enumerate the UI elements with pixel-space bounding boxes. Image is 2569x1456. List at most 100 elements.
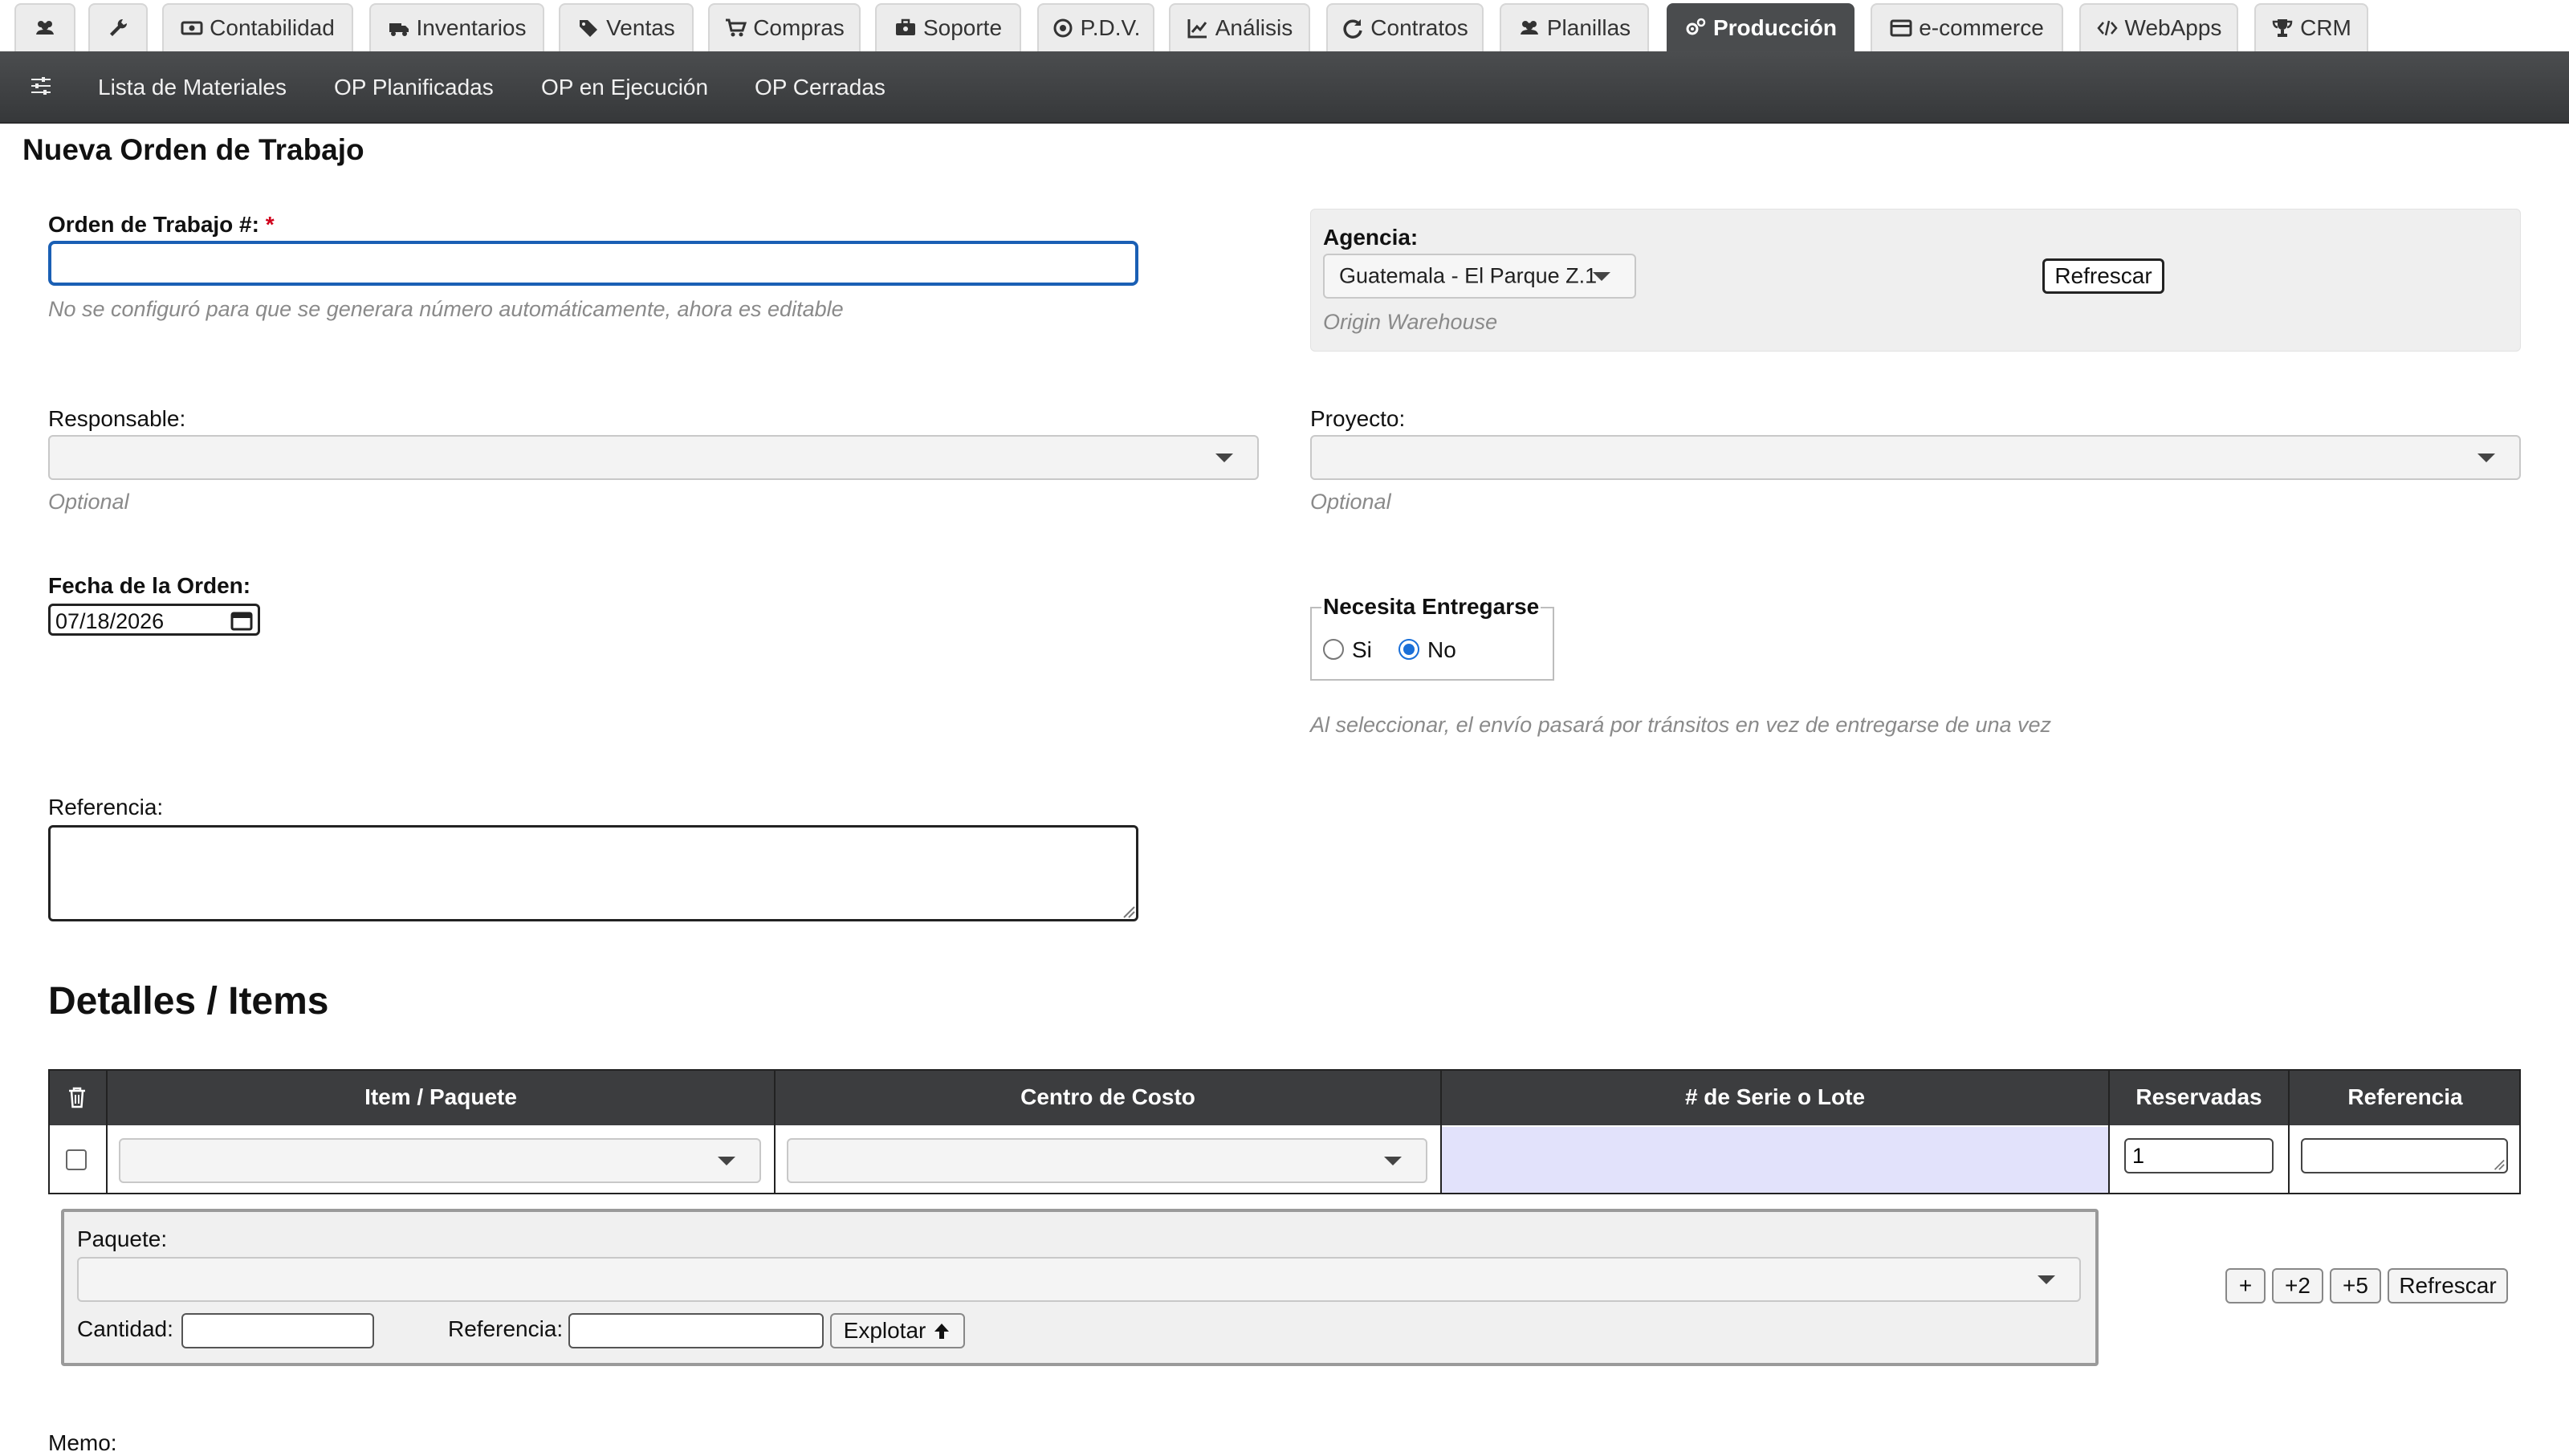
- agencia-help: Origin Warehouse: [1323, 310, 1498, 334]
- tab-label: Compras: [753, 15, 845, 40]
- chevron-down-icon: [1215, 453, 1233, 462]
- tab-ventas[interactable]: Ventas: [559, 3, 694, 51]
- chevron-down-icon: [718, 1157, 735, 1165]
- row-referencia-input[interactable]: [2301, 1138, 2508, 1173]
- cantidad-label: Cantidad:: [77, 1316, 173, 1341]
- radio-no[interactable]: [1398, 639, 1419, 660]
- tab-produccion[interactable]: Producción: [1667, 3, 1854, 51]
- subnav-op-cerradas[interactable]: OP Cerradas: [755, 51, 886, 124]
- responsable-select[interactable]: [48, 435, 1259, 480]
- tab-contratos[interactable]: Contratos: [1326, 3, 1484, 51]
- tab-planillas[interactable]: Planillas: [1500, 3, 1649, 51]
- users-icon: [36, 21, 54, 35]
- tab-crm[interactable]: CRM: [2254, 3, 2368, 51]
- responsable-label: Responsable:: [48, 406, 186, 431]
- resize-handle-icon[interactable]: [2492, 1157, 2505, 1170]
- tab-label: Contabilidad: [210, 15, 335, 40]
- add-two-rows-button[interactable]: +2: [2272, 1268, 2323, 1303]
- tab-label: Inventarios: [416, 15, 527, 40]
- col-header-reservadas: Reservadas: [2135, 1084, 2262, 1109]
- package-referencia-input[interactable]: [568, 1313, 824, 1348]
- tags-icon: [580, 20, 598, 37]
- paquete-label: Paquete:: [77, 1226, 168, 1251]
- tab-label: Análisis: [1215, 15, 1293, 40]
- centro-costo-select[interactable]: [787, 1138, 1427, 1183]
- package-referencia-label: Referencia:: [448, 1316, 564, 1341]
- agencia-label: Agencia:: [1323, 225, 1419, 250]
- tab-label: P.D.V.: [1080, 15, 1141, 40]
- tab-tools[interactable]: [88, 3, 148, 51]
- sub-navigation: Lista de Materiales OP Planificadas OP e…: [0, 51, 2569, 124]
- referencia-label: Referencia:: [48, 795, 164, 820]
- toolbox-icon: [895, 18, 915, 35]
- tab-compras[interactable]: Compras: [708, 3, 861, 51]
- radio-si[interactable]: [1323, 639, 1344, 660]
- subnav-lista-materiales[interactable]: Lista de Materiales: [98, 51, 287, 124]
- tab-label: Ventas: [606, 15, 675, 40]
- tab-analisis[interactable]: Análisis: [1169, 3, 1310, 51]
- chevron-down-icon: [1593, 272, 1610, 281]
- col-header-serie: # de Serie o Lote: [1684, 1084, 1866, 1109]
- subnav-op-ejecucion[interactable]: OP en Ejecución: [541, 51, 708, 124]
- add-row-button[interactable]: +: [2225, 1268, 2266, 1303]
- truck-icon: [389, 23, 409, 36]
- chevron-down-icon: [1384, 1157, 1402, 1165]
- refresh-icon: [1343, 19, 1363, 39]
- radio-si-label: Si: [1352, 637, 1372, 662]
- row-select-checkbox[interactable]: [66, 1149, 87, 1170]
- tab-ecommerce[interactable]: e-commerce: [1871, 3, 2063, 51]
- tab-users[interactable]: [14, 3, 75, 51]
- subnav-op-planificadas[interactable]: OP Planificadas: [334, 51, 494, 124]
- items-refresh-button[interactable]: Refrescar: [2388, 1268, 2508, 1303]
- orden-help: No se configuró para que se generara núm…: [48, 297, 844, 321]
- explode-button[interactable]: Explotar: [830, 1313, 965, 1348]
- fecha-input[interactable]: 07/18/2026: [48, 604, 260, 636]
- sliders-icon[interactable]: [29, 74, 53, 98]
- arrow-up-icon: [934, 1324, 950, 1339]
- users-icon: [1520, 21, 1538, 35]
- col-header-item: Item / Paquete: [364, 1084, 517, 1109]
- add-five-rows-button[interactable]: +5: [2330, 1268, 2381, 1303]
- line-chart-icon: [1187, 19, 1207, 39]
- radio-no-label: No: [1427, 637, 1456, 662]
- page: Contabilidad Inventarios Ventas Compras …: [0, 0, 2569, 1455]
- proyecto-label: Proyecto:: [1310, 406, 1406, 431]
- reservadas-input[interactable]: [2124, 1138, 2274, 1173]
- tab-pdv[interactable]: P.D.V.: [1037, 3, 1154, 51]
- calendar-icon[interactable]: [230, 610, 253, 631]
- tab-inventarios[interactable]: Inventarios: [369, 3, 544, 51]
- tab-soporte[interactable]: Soporte: [875, 3, 1021, 51]
- orden-label: Orden de Trabajo #: *: [48, 212, 275, 237]
- referencia-textarea[interactable]: [48, 825, 1138, 921]
- paquete-select[interactable]: [77, 1257, 2081, 1302]
- explode-label: Explotar: [843, 1318, 926, 1343]
- cart-icon: [726, 18, 747, 37]
- money-icon: [181, 21, 203, 35]
- item-select[interactable]: [119, 1138, 761, 1183]
- agencia-select[interactable]: Guatemala - El Parque Z.1: [1323, 254, 1636, 299]
- fecha-value: 07/18/2026: [55, 609, 165, 633]
- tab-webapps[interactable]: WebApps: [2079, 3, 2238, 51]
- tab-label: e-commerce: [1919, 15, 2044, 40]
- target-icon: [1053, 18, 1073, 38]
- trophy-icon: [2272, 19, 2293, 37]
- fecha-label: Fecha de la Orden:: [48, 573, 251, 598]
- tab-contabilidad[interactable]: Contabilidad: [162, 3, 353, 51]
- module-tabs: Contabilidad Inventarios Ventas Compras …: [0, 0, 2569, 51]
- memo-label: Memo:: [48, 1430, 117, 1455]
- orden-input[interactable]: [48, 241, 1138, 286]
- col-header-referencia: Referencia: [2347, 1084, 2463, 1109]
- agencia-value: Guatemala - El Parque Z.1: [1339, 263, 1598, 288]
- tab-label: Soporte: [922, 15, 1003, 40]
- agencia-refresh-button[interactable]: Refrescar: [2042, 258, 2164, 294]
- resize-handle-icon[interactable]: [1121, 904, 1135, 918]
- tab-label: CRM: [2300, 15, 2351, 40]
- proyecto-select[interactable]: [1310, 435, 2521, 480]
- responsable-help: Optional: [48, 490, 129, 514]
- tab-label: Planillas: [1546, 15, 1631, 40]
- code-icon: [2096, 20, 2118, 36]
- chevron-down-icon: [2038, 1275, 2055, 1284]
- trash-icon[interactable]: [66, 1085, 88, 1109]
- cantidad-input[interactable]: [181, 1313, 374, 1348]
- proyecto-help: Optional: [1310, 490, 1391, 514]
